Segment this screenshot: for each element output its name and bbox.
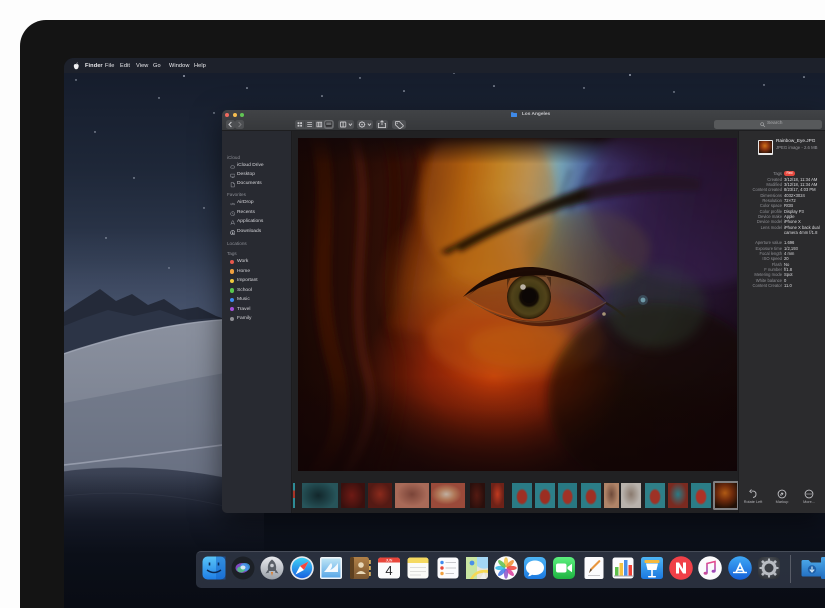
svg-text:JUN: JUN [386,559,393,563]
svg-text:4: 4 [386,563,393,578]
